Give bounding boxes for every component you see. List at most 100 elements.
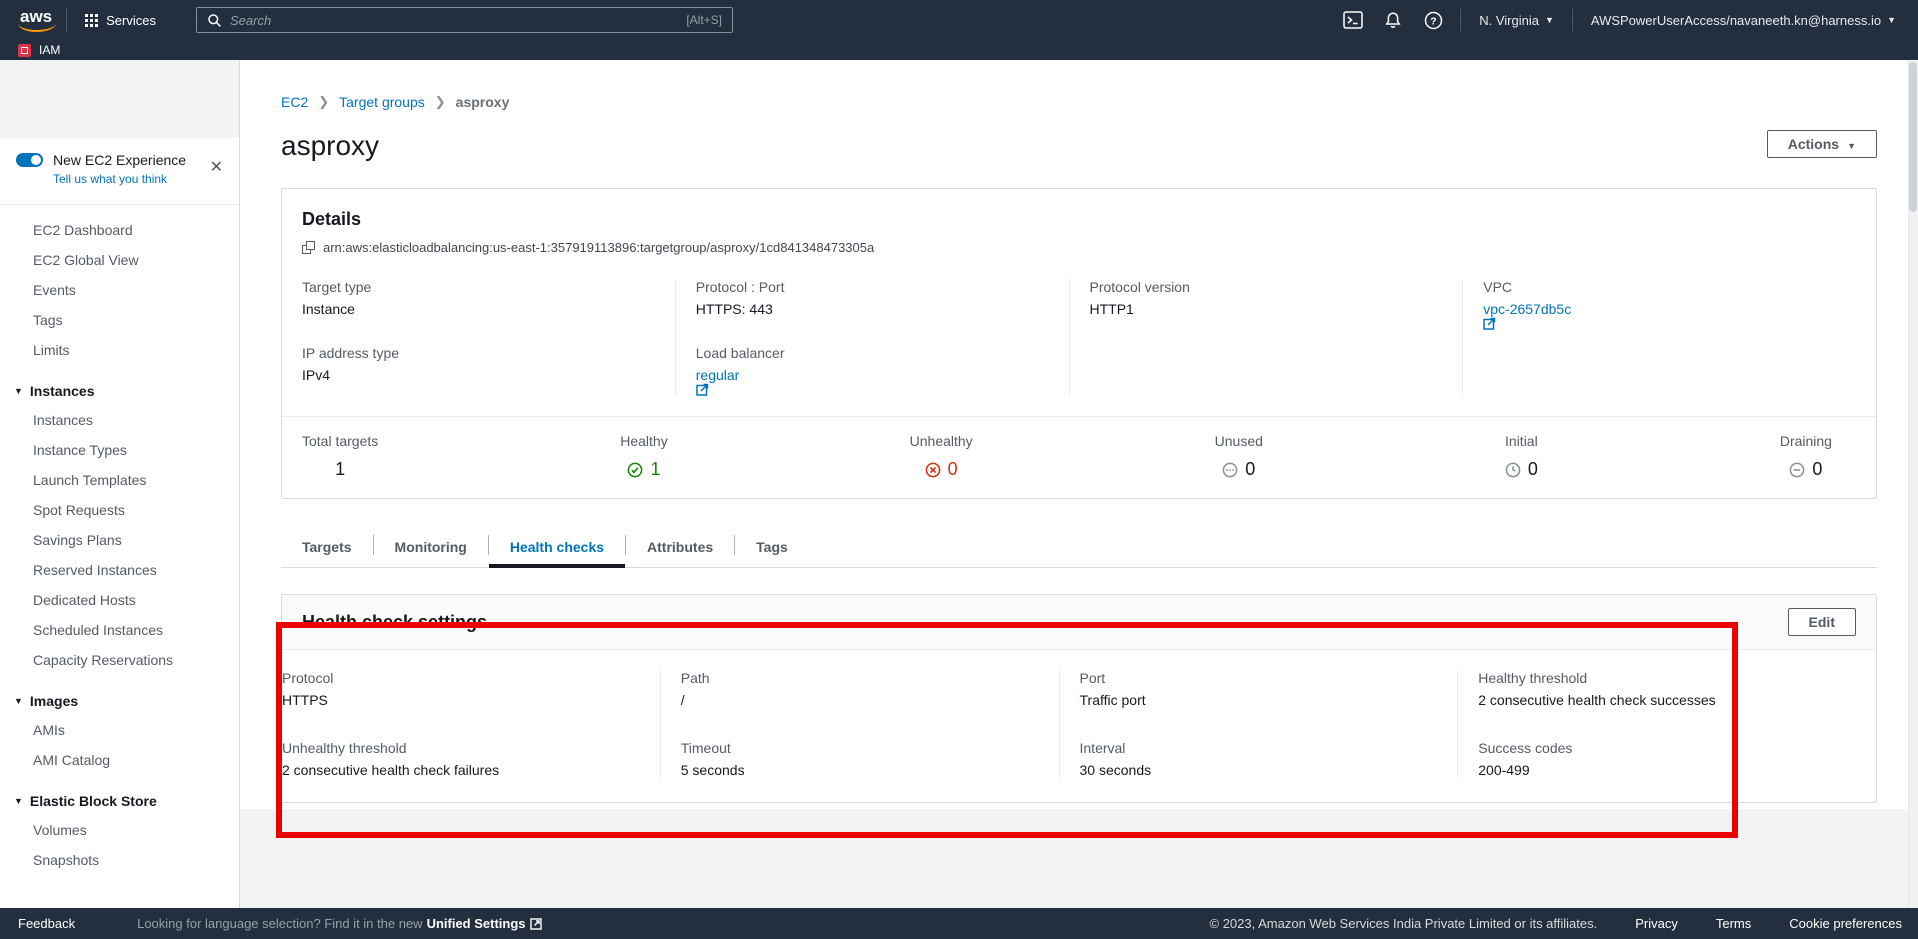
sidebar-section-elastic-block-store[interactable]: ▼Elastic Block Store	[0, 787, 239, 815]
sidebar-item-capacity-reservations[interactable]: Capacity Reservations	[0, 645, 239, 675]
divider	[1460, 9, 1461, 31]
sidebar-item-spot-requests[interactable]: Spot Requests	[0, 495, 239, 525]
scrollbar[interactable]	[1908, 60, 1918, 908]
iam-shortcut[interactable]: IAM	[39, 43, 60, 57]
sidebar-item-tags[interactable]: Tags	[0, 305, 239, 335]
stat-unused: Unused0	[1215, 433, 1263, 480]
svg-text:?: ?	[1430, 16, 1436, 27]
check-circle-icon	[627, 462, 643, 478]
tab-targets[interactable]: Targets	[281, 529, 373, 567]
stat-initial: Initial 0	[1505, 433, 1538, 480]
stat-count: 1	[650, 459, 660, 480]
search-input[interactable]	[230, 13, 678, 28]
stat-value: 0	[910, 459, 973, 480]
breadcrumb-ec2[interactable]: EC2	[281, 94, 308, 110]
health-check-settings-card: Health check settings Edit ProtocolHTTPS…	[281, 594, 1877, 803]
field-label: Timeout	[681, 740, 1039, 756]
stat-count: 0	[948, 459, 958, 480]
close-icon[interactable]: ✕	[210, 160, 223, 176]
field-value: /	[681, 692, 1039, 708]
sidebar-item-savings-plans[interactable]: Savings Plans	[0, 525, 239, 555]
sidebar-item-events[interactable]: Events	[0, 275, 239, 305]
scrollbar-thumb[interactable]	[1909, 62, 1917, 212]
sidebar-item-dedicated-hosts[interactable]: Dedicated Hosts	[0, 585, 239, 615]
stat-value: 1	[620, 459, 667, 480]
field-label: Healthy threshold	[1478, 670, 1836, 686]
stat-draining: Draining0	[1780, 433, 1832, 480]
unified-settings-link[interactable]: Unified Settings	[427, 916, 526, 931]
aws-logo[interactable]: aws	[16, 7, 56, 33]
sidebar-item-snapshots[interactable]: Snapshots	[0, 845, 239, 875]
sidebar-item-ec2-dashboard[interactable]: EC2 Dashboard	[0, 215, 239, 245]
field-value: 30 seconds	[1080, 762, 1438, 778]
sidebar-section-images[interactable]: ▼Images	[0, 687, 239, 715]
stat-label: Initial	[1505, 433, 1538, 449]
stat-unhealthy: Unhealthy0	[910, 433, 973, 480]
field-value: IPv4	[302, 367, 655, 383]
field-label: IP address type	[302, 345, 655, 361]
sidebar-item-limits[interactable]: Limits	[0, 335, 239, 365]
health-check-settings-title: Health check settings	[302, 612, 487, 633]
field-value: 2 consecutive health check failures	[282, 762, 640, 778]
sidebar-item-ami-catalog[interactable]: AMI Catalog	[0, 745, 239, 775]
tell-us-link[interactable]: Tell us what you think	[53, 172, 225, 186]
field-label: Protocol : Port	[696, 279, 1049, 295]
field-column: PortTraffic portInterval30 seconds	[1059, 670, 1458, 778]
field-vpc: VPCvpc-2657db5c	[1483, 279, 1836, 330]
stat-value: 1	[302, 459, 378, 480]
stat-healthy: Healthy1	[620, 433, 667, 480]
sidebar-item-instances[interactable]: Instances	[0, 405, 239, 435]
field-column: Protocol versionHTTP1	[1069, 279, 1463, 396]
field-value: HTTP1	[1090, 301, 1443, 317]
field-protocol-version: Protocol versionHTTP1	[1090, 279, 1443, 317]
sidebar-section-instances[interactable]: ▼Instances	[0, 377, 239, 405]
account-menu[interactable]: AWSPowerUserAccess/navaneeth.kn@harness.…	[1583, 13, 1904, 28]
stat-count: 0	[1528, 459, 1538, 480]
footer-link-cookie-preferences[interactable]: Cookie preferences	[1789, 916, 1902, 931]
new-experience-toggle[interactable]	[16, 153, 43, 167]
divider	[66, 8, 67, 32]
field-value-link[interactable]: vpc-2657db5c	[1483, 301, 1571, 317]
tab-monitoring[interactable]: Monitoring	[374, 529, 488, 567]
sidebar-item-amis[interactable]: AMIs	[0, 715, 239, 745]
top-navigation-bar: aws Services [Alt+S] ? N. Virginia ▼ AWS…	[0, 0, 1918, 40]
services-menu-button[interactable]: Services	[77, 9, 164, 32]
tab-health-checks[interactable]: Health checks	[489, 529, 625, 568]
feedback-link[interactable]: Feedback	[18, 916, 75, 931]
edit-button[interactable]: Edit	[1788, 608, 1856, 636]
tab-tags[interactable]: Tags	[735, 529, 809, 567]
region-selector[interactable]: N. Virginia ▼	[1471, 13, 1562, 28]
field-value: 5 seconds	[681, 762, 1039, 778]
tab-attributes[interactable]: Attributes	[626, 529, 734, 567]
copyright-text: © 2023, Amazon Web Services India Privat…	[1210, 916, 1598, 931]
sidebar-item-volumes[interactable]: Volumes	[0, 815, 239, 845]
field-label: Protocol	[282, 670, 640, 686]
details-card: Details arn:aws:elasticloadbalancing:us-…	[281, 188, 1877, 499]
details-title: Details	[302, 209, 1856, 230]
field-label: Path	[681, 670, 1039, 686]
footer-link-privacy[interactable]: Privacy	[1635, 916, 1678, 931]
sidebar-item-ec2-global-view[interactable]: EC2 Global View	[0, 245, 239, 275]
sidebar-item-reserved-instances[interactable]: Reserved Instances	[0, 555, 239, 585]
breadcrumb-target-groups[interactable]: Target groups	[339, 94, 425, 110]
external-link-icon	[1483, 317, 1496, 330]
field-value-link[interactable]: regular	[696, 367, 740, 383]
recently-visited-bar: IAM	[0, 40, 1918, 60]
sidebar-section-label: Instances	[30, 383, 95, 399]
sidebar-item-instance-types[interactable]: Instance Types	[0, 435, 239, 465]
field-target-type: Target typeInstance	[302, 279, 655, 317]
stat-count: 0	[1812, 459, 1822, 480]
cloudshell-button[interactable]	[1336, 6, 1370, 34]
help-icon[interactable]: ?	[1416, 6, 1450, 34]
sidebar-item-scheduled-instances[interactable]: Scheduled Instances	[0, 615, 239, 645]
notifications-bell-icon[interactable]	[1376, 6, 1410, 34]
actions-button[interactable]: Actions▼	[1767, 130, 1877, 158]
field-timeout: Timeout 5 seconds	[681, 740, 1039, 778]
ec2-sidebar: New EC2 Experience Tell us what you thin…	[0, 60, 240, 908]
copy-icon[interactable]	[302, 241, 315, 254]
sidebar-item-launch-templates[interactable]: Launch Templates	[0, 465, 239, 495]
global-search-box[interactable]: [Alt+S]	[196, 7, 733, 33]
field-value: Traffic port	[1080, 692, 1438, 708]
footer-link-terms[interactable]: Terms	[1716, 916, 1751, 931]
new-experience-panel: New EC2 Experience Tell us what you thin…	[0, 138, 239, 198]
